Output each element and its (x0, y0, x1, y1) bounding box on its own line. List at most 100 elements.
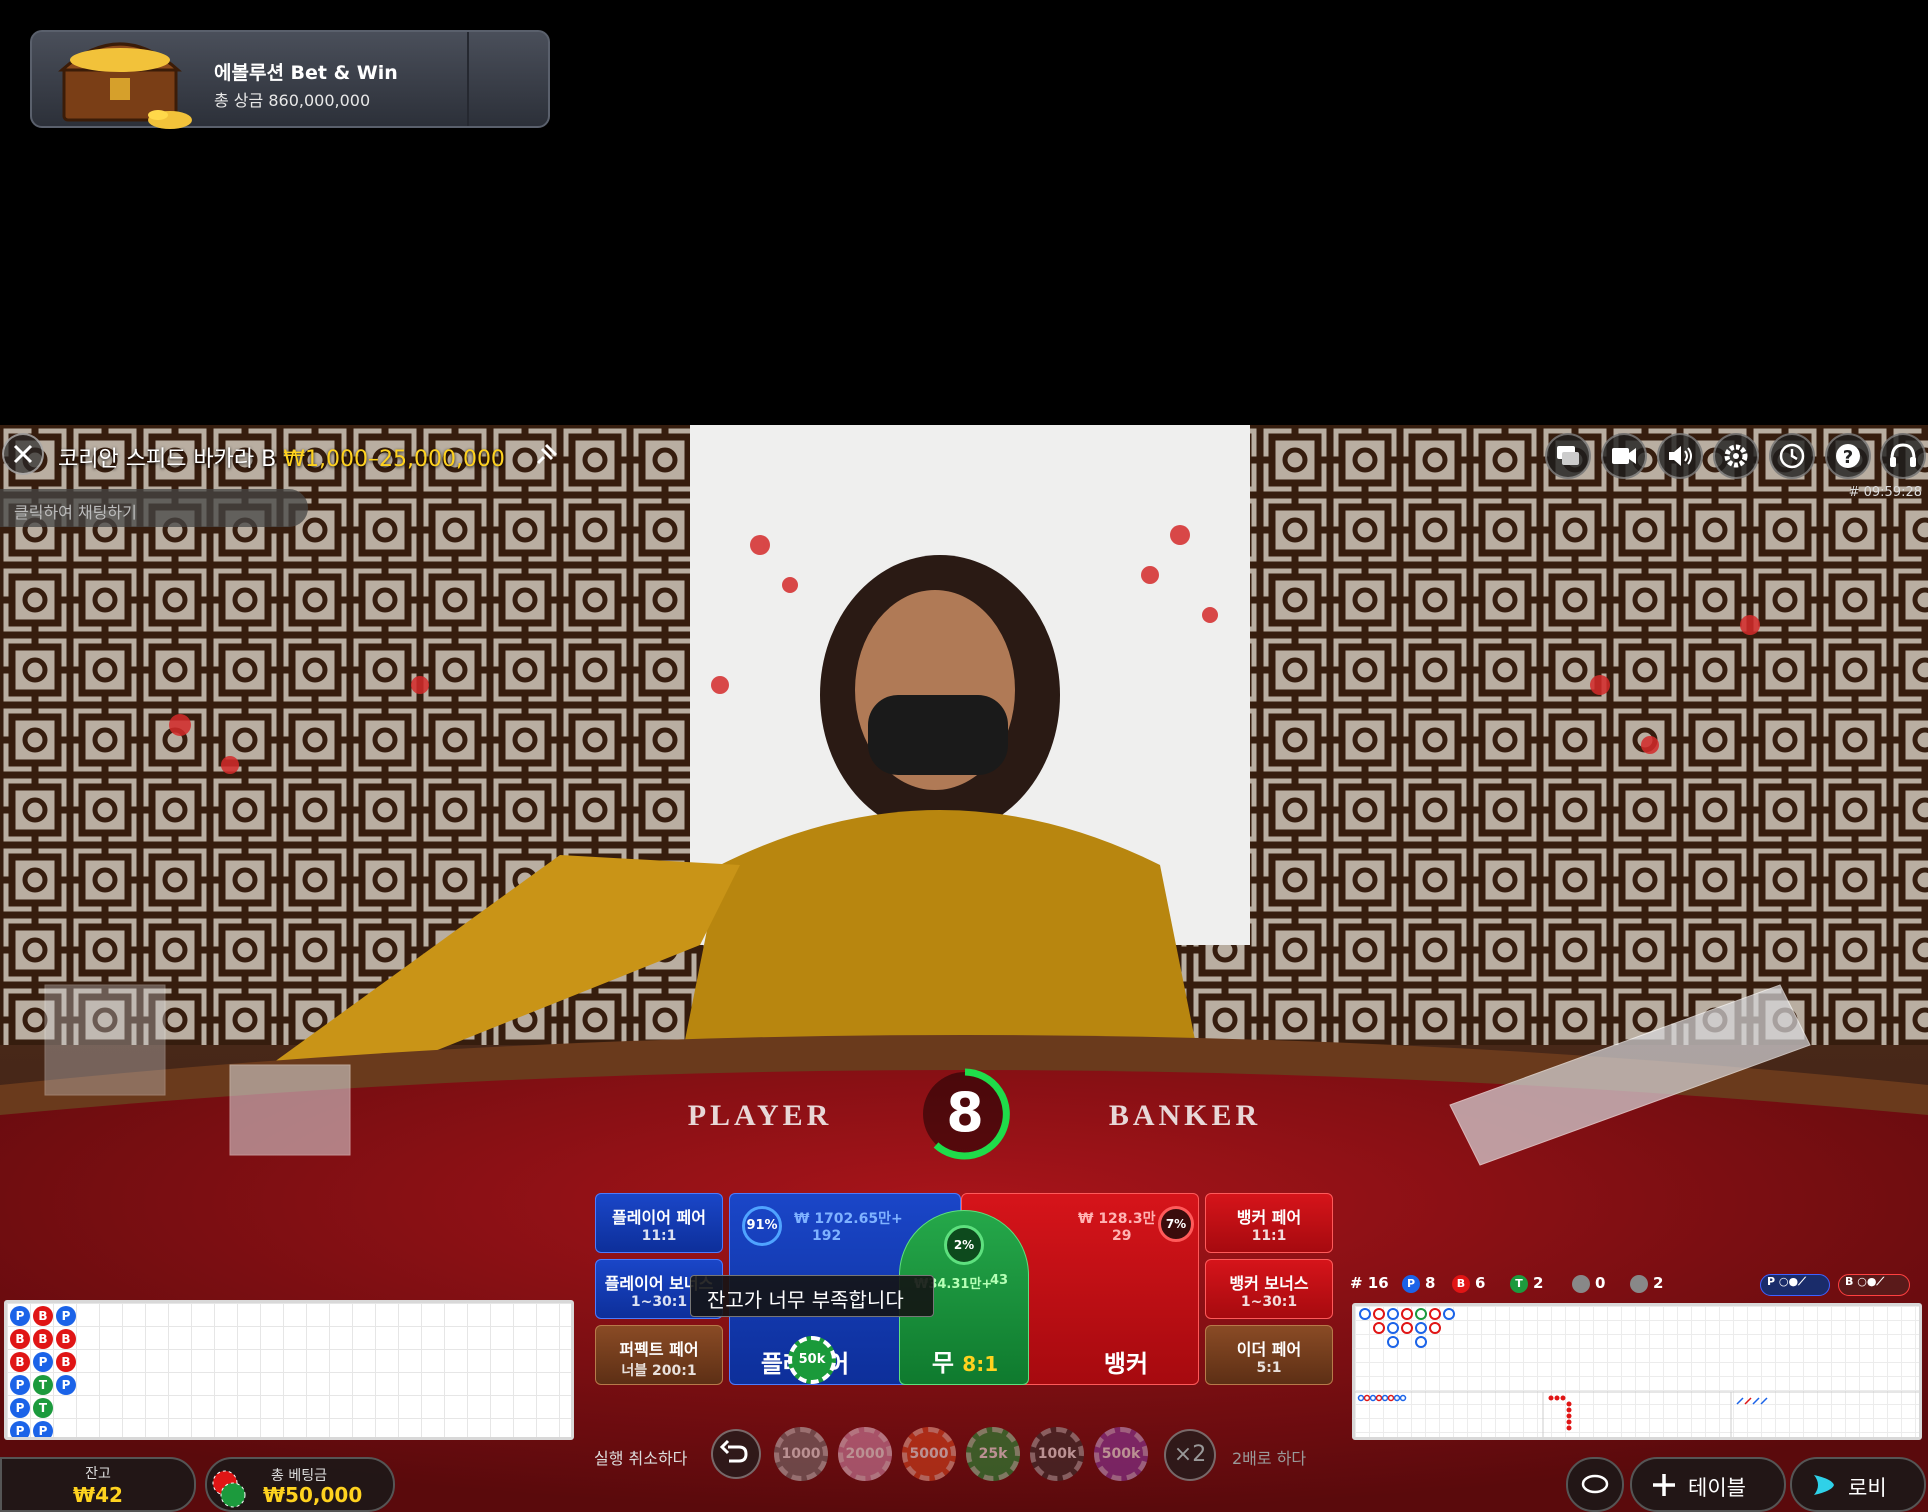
either-pair-odds: 5:1 (1256, 1360, 1282, 1376)
countdown-value: 8 (946, 1081, 984, 1144)
player-pair-bet[interactable]: 플레이어 페어 11:1 (595, 1193, 723, 1253)
video-icon (1612, 448, 1636, 464)
chat-input[interactable]: 클릭하여 채팅하기 (0, 489, 308, 527)
settings-icon (1724, 444, 1748, 468)
bead-road-cell: B (33, 1329, 53, 1349)
close-icon (13, 444, 33, 464)
bead-road-cell: P (33, 1352, 53, 1372)
tie-bettor-count: 43 (990, 1273, 1009, 1288)
banker-bonus-bet[interactable]: 뱅커 보너스 1~30:1 (1205, 1259, 1333, 1319)
settings-button[interactable] (1713, 433, 1759, 479)
big-road-marks (1355, 1308, 1919, 1437)
player-pair-dot-icon (1572, 1274, 1590, 1293)
total-bet-value: ₩50,000 (263, 1483, 363, 1507)
stream-timecode: # 09:59:28 (1848, 485, 1922, 500)
banker-dot-icon: B (1452, 1274, 1470, 1293)
pin-icon[interactable] (534, 443, 558, 467)
banker-pair-count: 2 (1653, 1274, 1664, 1292)
close-button[interactable] (2, 433, 44, 475)
tie-label: 무 (931, 1349, 954, 1377)
either-pair-label: 이더 페어 (1236, 1340, 1302, 1359)
banker-pair-label: 뱅커 페어 (1236, 1208, 1302, 1227)
bead-road-cell: P (10, 1398, 30, 1418)
help-button[interactable]: ? (1825, 433, 1871, 479)
undo-icon (719, 1439, 748, 1463)
perfect-pair-bet[interactable]: 퍼펙트 페어 너블 200:1 (595, 1325, 723, 1385)
bead-road-cell: T (33, 1398, 53, 1418)
bead-road-cell: P (33, 1421, 53, 1437)
either-pair-bet[interactable]: 이더 페어 5:1 (1205, 1325, 1333, 1385)
insufficient-balance-tooltip: 잔고가 너무 부족합니다 (690, 1275, 934, 1317)
video-button[interactable] (1601, 433, 1647, 479)
banker-pair-dot-icon (1630, 1274, 1648, 1293)
table-title: 코리안 스피드 바카라 B ₩1,000–25,000,000 (58, 441, 505, 473)
tie-win-count: 2 (1533, 1274, 1544, 1292)
undo-button[interactable] (711, 1429, 761, 1479)
banker-pair-bet[interactable]: 뱅커 페어 11:1 (1205, 1193, 1333, 1253)
felt-banker-label: BANKER (1109, 1099, 1261, 1132)
chip-2000[interactable]: 2000 (838, 1427, 892, 1481)
banker-bettor-count: 29 (1112, 1228, 1132, 1244)
perfect-pair-label: 퍼펙트 페어 (619, 1340, 699, 1359)
player-predict-button[interactable]: P ○●⟋ (1760, 1274, 1830, 1296)
chat-icon (1557, 446, 1579, 465)
player-bettor-count: 192 (812, 1228, 842, 1244)
bet-limits[interactable]: ₩1,000–25,000,000 (283, 447, 505, 472)
bead-road-cell: T (33, 1375, 53, 1395)
road-stats: # 16 P8 B6 T2 0 2 P ○●⟋ B ○●⟋ (1350, 1270, 1928, 1300)
sound-button[interactable] (1657, 433, 1703, 479)
sound-icon (1669, 446, 1692, 466)
banker-predict-button[interactable]: B ○●⟋ (1838, 1274, 1910, 1296)
lobby-icon (1814, 1475, 1834, 1495)
tie-percent: 2% (944, 1225, 984, 1265)
balance-box: 잔고 ₩42 (0, 1457, 196, 1512)
lobby-headset-button[interactable] (1880, 433, 1926, 479)
total-bet-label: 총 베팅금 (271, 1468, 327, 1484)
banker-amount: ₩ 128.3만 (1078, 1211, 1156, 1227)
player-pair-odds: 11:1 (641, 1228, 677, 1244)
balance-value: ₩42 (73, 1483, 123, 1507)
lobby-button[interactable]: 로비 (1790, 1457, 1926, 1512)
total-bet-box: 총 베팅금 ₩50,000 (205, 1457, 395, 1512)
player-percent: 91% (742, 1206, 782, 1246)
player-pair-count: 0 (1595, 1274, 1606, 1292)
bead-road-cell: P (10, 1421, 30, 1437)
chat-toggle-button[interactable] (1566, 1457, 1624, 1512)
treasure-chest-icon (58, 42, 192, 129)
banker-label: 뱅커 (1103, 1350, 1149, 1378)
felt-player-label: PLAYER (688, 1099, 833, 1132)
double-button[interactable]: ×2 (1164, 1429, 1216, 1481)
live-video-stage: PLAYER BANKER 코리안 스피드 바카라 B ₩1,000–25,00… (0, 425, 1928, 1512)
chip-1000[interactable]: 1000 (774, 1427, 828, 1481)
big-road[interactable] (1352, 1303, 1922, 1440)
player-win-count: 8 (1425, 1274, 1436, 1292)
chip-25k[interactable]: 25k (966, 1427, 1020, 1481)
bead-road-cell: B (56, 1352, 76, 1372)
speech-bubble-icon (1581, 1474, 1609, 1494)
bead-road-cell: B (10, 1329, 30, 1349)
player-amount: ₩ 1702.65만+ (794, 1211, 903, 1227)
history-icon (1779, 443, 1805, 469)
banker-predict-label: B (1845, 1275, 1854, 1288)
tie-odds: 8:1 (962, 1352, 999, 1376)
chip-100k[interactable]: 100k (1030, 1427, 1084, 1481)
chip-500k[interactable]: 500k (1094, 1427, 1148, 1481)
bead-road[interactable]: PBPBBBBPBPTPPTPP (4, 1300, 574, 1440)
perfect-pair-odds: 너블 200:1 (621, 1363, 697, 1379)
banker-pair-odds: 11:1 (1251, 1228, 1287, 1244)
chip-stack-icon (212, 1470, 246, 1508)
table-name: 코리안 스피드 바카라 B (58, 447, 277, 472)
bead-road-cell: B (10, 1352, 30, 1372)
chip-5000[interactable]: 5000 (902, 1427, 956, 1481)
bead-road-cell: P (56, 1375, 76, 1395)
banker-bonus-label: 뱅커 보너스 (1229, 1274, 1309, 1293)
chat-button[interactable] (1545, 433, 1591, 479)
promo-title: 에볼루션 Bet & Win (214, 62, 398, 84)
promo-banner[interactable]: 에볼루션 Bet & Win 총 상금 860,000,000 (30, 30, 550, 129)
banker-percent: 7% (1158, 1206, 1194, 1242)
history-button[interactable] (1769, 433, 1815, 479)
table-button[interactable]: 테이블 (1630, 1457, 1786, 1512)
tie-dot-icon: T (1510, 1274, 1528, 1293)
lobby-button-label: 로비 (1848, 1476, 1887, 1500)
help-icon: ? (1836, 444, 1860, 468)
